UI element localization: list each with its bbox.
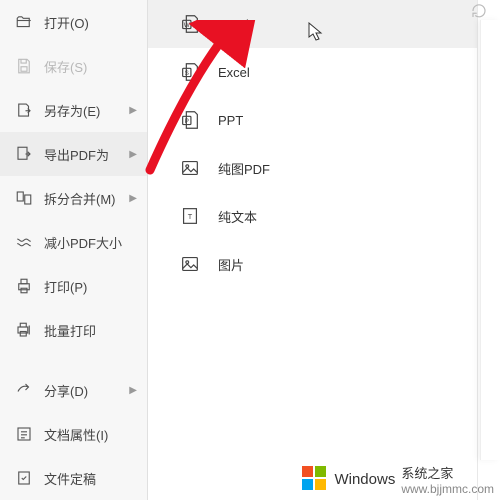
image-icon <box>178 252 202 276</box>
submenu-item-label: 纯文本 <box>218 207 257 226</box>
submenu-item-word[interactable]: W Word <box>148 0 477 48</box>
folder-open-icon <box>14 12 34 32</box>
text-file-icon: T <box>178 204 202 228</box>
sidebar-item-batch-print[interactable]: 批量打印 <box>0 308 147 352</box>
sidebar: 打开(O) 保存(S) 另存为(E) ▶ 导出PDF为 ▶ 拆分合并(M) ▶ … <box>0 0 148 500</box>
watermark-sub: 系统之家 <box>401 466 453 481</box>
batch-print-icon <box>14 320 34 340</box>
watermark-brand: Windows <box>334 471 395 488</box>
sidebar-item-save: 保存(S) <box>0 44 147 88</box>
sidebar-item-label: 减小PDF大小 <box>44 233 122 252</box>
image-pdf-icon <box>178 156 202 180</box>
sidebar-item-label: 分享(D) <box>44 381 88 400</box>
sidebar-item-export-pdf[interactable]: 导出PDF为 ▶ <box>0 132 147 176</box>
sidebar-item-label: 打印(P) <box>44 277 87 296</box>
submenu-item-label: PPT <box>218 113 243 128</box>
chevron-right-icon: ▶ <box>129 105 137 116</box>
submenu-item-label: 纯图PDF <box>218 159 270 178</box>
save-as-icon <box>14 100 34 120</box>
sidebar-item-label: 保存(S) <box>44 57 87 76</box>
sidebar-item-label: 批量打印 <box>44 321 96 340</box>
sidebar-item-open[interactable]: 打开(O) <box>0 0 147 44</box>
sidebar-item-label: 文件定稿 <box>44 469 96 488</box>
sidebar-item-label: 另存为(E) <box>44 101 100 120</box>
compress-icon <box>14 232 34 252</box>
submenu-item-label: Excel <box>218 65 250 80</box>
submenu-item-label: Word <box>218 17 249 32</box>
chevron-right-icon: ▶ <box>129 385 137 396</box>
finalize-icon <box>14 468 34 488</box>
windows-logo-icon <box>300 464 328 495</box>
document-pane-edge <box>480 20 500 460</box>
sidebar-item-label: 拆分合并(M) <box>44 189 116 208</box>
sidebar-item-save-as[interactable]: 另存为(E) ▶ <box>0 88 147 132</box>
save-icon <box>14 56 34 76</box>
watermark-url: www.bjjmmc.com <box>401 482 494 496</box>
print-icon <box>14 276 34 296</box>
chevron-right-icon: ▶ <box>129 149 137 160</box>
ppt-file-icon: P <box>178 108 202 132</box>
submenu-item-excel[interactable]: S Excel <box>148 48 477 96</box>
export-pdf-icon <box>14 144 34 164</box>
sidebar-item-split-merge[interactable]: 拆分合并(M) ▶ <box>0 176 147 220</box>
sidebar-item-share[interactable]: 分享(D) ▶ <box>0 368 147 412</box>
sidebar-item-reduce-size[interactable]: 减小PDF大小 <box>0 220 147 264</box>
properties-icon <box>14 424 34 444</box>
word-file-icon: W <box>178 12 202 36</box>
svg-text:P: P <box>185 118 189 125</box>
submenu-item-label: 图片 <box>218 255 244 274</box>
refresh-icon[interactable] <box>470 2 488 23</box>
submenu-item-ppt[interactable]: P PPT <box>148 96 477 144</box>
sidebar-item-finalize[interactable]: 文件定稿 <box>0 456 147 500</box>
svg-text:S: S <box>185 70 189 77</box>
share-icon <box>14 380 34 400</box>
watermark: Windows 系统之家 www.bjjmmc.com <box>300 463 494 496</box>
split-merge-icon <box>14 188 34 208</box>
svg-text:T: T <box>188 212 193 221</box>
submenu-export-pdf: W Word S Excel P PPT 纯图PDF T 纯文本 图片 <box>148 0 478 500</box>
sidebar-item-label: 文档属性(I) <box>44 425 108 444</box>
sidebar-item-print[interactable]: 打印(P) <box>0 264 147 308</box>
sidebar-item-label: 导出PDF为 <box>44 145 109 164</box>
svg-text:W: W <box>184 22 191 29</box>
sidebar-item-label: 打开(O) <box>44 13 89 32</box>
submenu-item-image[interactable]: 图片 <box>148 240 477 288</box>
excel-file-icon: S <box>178 60 202 84</box>
sidebar-item-properties[interactable]: 文档属性(I) <box>0 412 147 456</box>
submenu-item-text[interactable]: T 纯文本 <box>148 192 477 240</box>
submenu-item-image-pdf[interactable]: 纯图PDF <box>148 144 477 192</box>
chevron-right-icon: ▶ <box>129 193 137 204</box>
